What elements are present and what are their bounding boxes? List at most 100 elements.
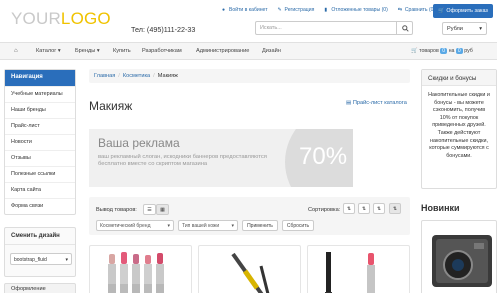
- sort-name-desc-button[interactable]: ⇅: [358, 203, 370, 214]
- nav-developers[interactable]: Разработчикам: [142, 48, 182, 54]
- chevron-down-icon: ▾: [167, 223, 170, 229]
- banner-title: Ваша реклама: [98, 136, 180, 150]
- main-navbar: ⌂ Каталог ▾ Бренды ▾ Купить Разработчика…: [0, 42, 497, 60]
- compare-link-label: Сравнить (0): [404, 7, 436, 13]
- wishlist-link[interactable]: ▮ Отложенные товары (0): [324, 7, 388, 13]
- sidebar-nav-title[interactable]: Навигация: [5, 70, 75, 86]
- nav-brands[interactable]: Бренды ▾: [75, 48, 100, 54]
- breadcrumb: Главная / Косметика / Макияж: [89, 69, 410, 83]
- top-links: ● Войти в кабинет ✎ Регистрация ▮ Отложенны…: [222, 7, 445, 13]
- nav-catalog-label: Каталог: [36, 48, 57, 54]
- sidebar-item-materials[interactable]: Учебные материалы: [5, 86, 75, 102]
- site-logo[interactable]: YOURLOGO: [11, 9, 111, 29]
- cart-sum: 0: [455, 48, 463, 54]
- nav-design[interactable]: Дизайн: [262, 48, 281, 54]
- view-label: Вывод товаров:: [96, 207, 137, 213]
- list-view-button[interactable]: ☰: [143, 204, 156, 215]
- skin-filter-select[interactable]: Тип вашей кожи ▾: [178, 220, 238, 231]
- checkout-button[interactable]: 🛒 Оформить заказ: [433, 4, 493, 18]
- breadcrumb-separator: /: [118, 73, 120, 79]
- cart-count: 0: [440, 48, 448, 54]
- skin-filter-value: Тип вашей кожи: [182, 223, 220, 229]
- sort-num-asc-icon: ⇅: [376, 205, 382, 212]
- header-phone: Тел: (495)111-22-33: [131, 25, 196, 34]
- chevron-down-icon: ▾: [479, 26, 482, 32]
- cart-currency: руб: [464, 48, 473, 54]
- sort-label: Сортировка:: [308, 207, 341, 213]
- search-input[interactable]: Искать...: [255, 21, 413, 35]
- banner-text: ваш рекламный слоган, искодники баннеров…: [98, 154, 267, 167]
- apply-button[interactable]: Применить: [242, 220, 278, 231]
- breadcrumb-cosmetics[interactable]: Косметика: [123, 73, 150, 79]
- sidebar-item-reviews[interactable]: Отзывы: [5, 150, 75, 166]
- list-icon: ☰: [147, 206, 152, 213]
- home-icon[interactable]: ⌂: [14, 48, 18, 54]
- design-select-value: bootstrap_fluid: [14, 257, 47, 263]
- breadcrumb-home[interactable]: Главная: [94, 73, 115, 79]
- search-button[interactable]: [396, 21, 413, 35]
- sort-price-asc-button[interactable]: ⇅: [373, 203, 385, 214]
- change-design-box: Сменить дизайн bootstrap_fluid ▾: [4, 227, 76, 277]
- chevron-down-icon: ▾: [57, 48, 61, 54]
- sidebar-navigation: Навигация Учебные материалы Наши бренды …: [4, 69, 76, 215]
- discounts-box: Скидки и бонусы Накопительные скидки и б…: [421, 69, 497, 189]
- change-design-title: Сменить дизайн: [5, 228, 75, 245]
- sidebar-item-pricelist[interactable]: Прайс-лист: [5, 118, 75, 134]
- ad-banner[interactable]: Ваша реклама ваш рекламный слоган, искод…: [89, 129, 353, 187]
- compare-link[interactable]: ⇆ Сравнить (0): [398, 7, 435, 13]
- sort-num-desc-icon: ⇅: [392, 205, 398, 212]
- chevron-down-icon: ▾: [231, 223, 234, 229]
- nav-admin[interactable]: Администрирование: [196, 48, 249, 54]
- new-product-card[interactable]: [421, 220, 497, 293]
- catalog-toolbar: Вывод товаров: ☰ ▦ Сортировка: ⇅ ⇅ ⇅ ⇅ К…: [89, 197, 410, 235]
- appearance-box: Оформление: [4, 283, 76, 293]
- sidebar-item-brands[interactable]: Наши бренды: [5, 102, 75, 118]
- chevron-down-icon: ▾: [65, 257, 68, 263]
- grid-view-button[interactable]: ▦: [156, 204, 169, 215]
- product-card-eyeliner[interactable]: [198, 245, 301, 293]
- nav-catalog[interactable]: Каталог ▾: [36, 48, 61, 54]
- cart-summary[interactable]: 🛒 товаров 0 на 0 руб: [411, 48, 473, 54]
- price-list-link-label: Прайс-лист каталога: [352, 100, 407, 106]
- product-image-eyeliner: [231, 252, 270, 293]
- sidebar-item-contact[interactable]: Форма связи: [5, 198, 75, 214]
- cart-icon: 🛒: [411, 48, 418, 54]
- discounts-title: Скидки и бонусы: [422, 70, 496, 86]
- appearance-title: Оформление: [11, 286, 46, 292]
- sort-price-desc-button[interactable]: ⇅: [389, 203, 401, 214]
- banner-percent: 70%: [299, 143, 348, 170]
- checkout-button-label: Оформить заказ: [446, 8, 488, 14]
- brand-filter-select[interactable]: Косметический бренд ▾: [96, 220, 174, 231]
- currency-select[interactable]: Рубли ▾: [442, 22, 487, 35]
- bookmark-icon: ▮: [324, 6, 328, 13]
- sort-alpha-asc-icon: ⇅: [346, 205, 352, 212]
- login-link[interactable]: ● Войти в кабинет: [222, 7, 268, 13]
- cart-prefix: товаров: [419, 48, 439, 54]
- document-icon: ▤: [346, 100, 352, 106]
- sidebar-item-news[interactable]: Новости: [5, 134, 75, 150]
- breadcrumb-current: Макияж: [157, 73, 178, 79]
- currency-value: Рубли: [447, 26, 463, 32]
- product-card-lipstick-mascara[interactable]: [307, 245, 410, 293]
- logo-your: YOUR: [11, 9, 61, 28]
- reset-button[interactable]: Сбросить: [282, 220, 314, 231]
- compare-icon: ⇆: [397, 6, 403, 13]
- login-link-label: Войти в кабинет: [229, 7, 268, 13]
- sidebar-item-sitemap[interactable]: Карта сайта: [5, 182, 75, 198]
- sort-name-asc-button[interactable]: ⇅: [343, 203, 355, 214]
- price-list-link[interactable]: ▤ Прайс-лист каталога: [346, 100, 407, 106]
- cart-on: на: [448, 48, 455, 54]
- logo-logo: LOGO: [60, 9, 111, 28]
- product-image-action-camera: [432, 235, 492, 287]
- design-select[interactable]: bootstrap_fluid ▾: [10, 253, 72, 265]
- register-link-label: Регистрация: [284, 7, 315, 13]
- product-card-lipsticks[interactable]: [89, 245, 192, 293]
- pencil-icon: ✎: [277, 6, 282, 13]
- brand-filter-value: Косметический бренд: [100, 223, 151, 229]
- sidebar-item-links[interactable]: Полезные ссылки: [5, 166, 75, 182]
- search-icon: [401, 24, 409, 32]
- nav-brands-label: Бренды: [75, 48, 96, 54]
- discounts-text: Накопительные скидки и бонусы - вы может…: [428, 92, 490, 159]
- nav-buy[interactable]: Купить: [113, 48, 131, 54]
- register-link[interactable]: ✎ Регистрация: [278, 7, 315, 13]
